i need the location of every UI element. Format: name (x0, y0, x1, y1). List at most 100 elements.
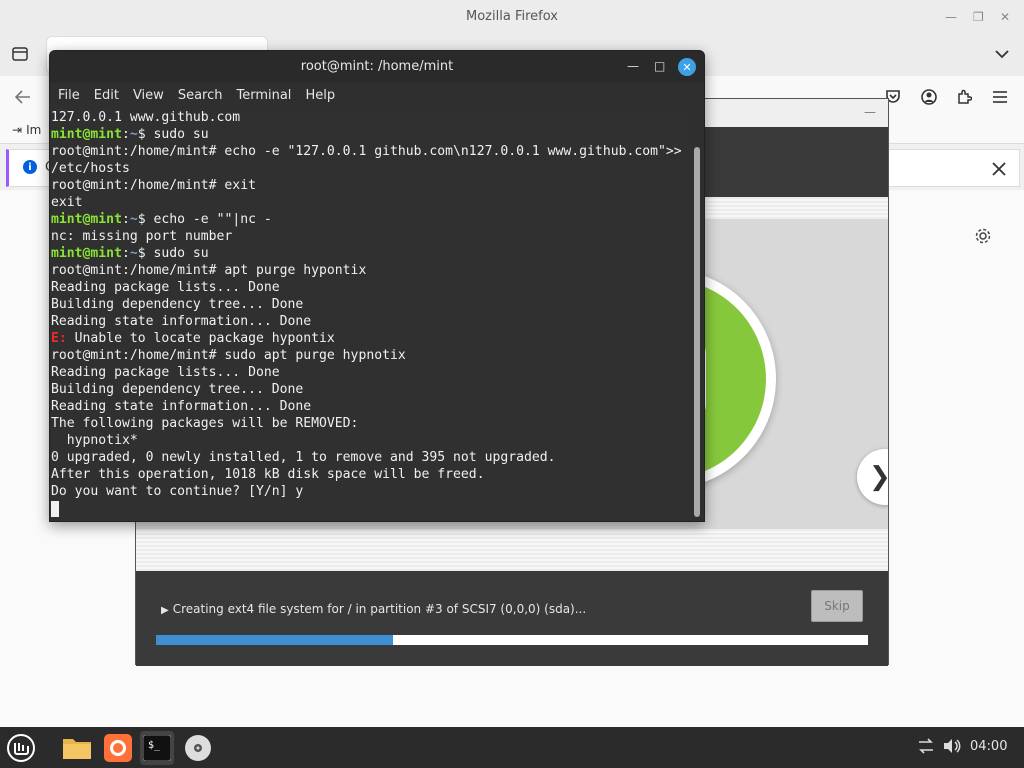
menu-help[interactable]: Help (305, 83, 343, 109)
extensions-icon[interactable] (953, 86, 975, 108)
slideshow-bottom-band (136, 529, 888, 571)
terminal-line: nc: missing port number (51, 228, 691, 245)
terminal-cursor-line (51, 500, 691, 517)
terminal-minimize-icon[interactable]: — (627, 59, 639, 73)
terminal-text-segment: Reading state information... Done (51, 399, 312, 414)
terminal-line: hypnotix* (51, 432, 691, 449)
terminal-text-segment: Building dependency tree... Done (51, 297, 304, 312)
installer-status: ▶ Creating ext4 file system for / in part… (161, 602, 586, 616)
terminal-line: mint@mint:~$ echo -e ""|nc - (51, 211, 691, 228)
terminal-text-segment: Reading state information... Done (51, 314, 312, 329)
expander-arrow-icon[interactable]: ▶ (161, 605, 169, 616)
volume-icon[interactable] (943, 738, 961, 758)
menu-terminal[interactable]: Terminal (236, 83, 299, 109)
terminal-line: root@mint:/home/mint# sudo apt purge hyp… (51, 347, 691, 364)
mint-menu-icon[interactable] (4, 731, 38, 765)
notification-close-icon[interactable] (989, 159, 1009, 179)
terminal-maximize-icon[interactable]: □ (654, 59, 665, 73)
terminal-user-segment: mint@mint (51, 212, 122, 227)
skip-button[interactable]: Skip (811, 590, 863, 622)
terminal-err-segment: E: (51, 331, 67, 346)
terminal-text-segment: 0 upgraded, 0 newly installed, 1 to remo… (51, 450, 556, 465)
maximize-icon[interactable]: ❐ (973, 10, 984, 24)
firefox-window-title: Mozilla Firefox (466, 9, 558, 24)
terminal-text-segment: : (121, 246, 130, 261)
terminal-line: Reading state information... Done (51, 313, 691, 330)
terminal-cursor (51, 500, 59, 517)
network-icon[interactable] (917, 738, 935, 758)
terminal-line: 0 upgraded, 0 newly installed, 1 to remo… (51, 449, 691, 466)
menu-file[interactable]: File (58, 83, 88, 109)
terminal-text-segment: $ sudo su (137, 127, 209, 142)
svg-text:$_: $_ (148, 740, 161, 751)
terminal-line: Building dependency tree... Done (51, 381, 691, 398)
terminal-path-segment: ~ (129, 127, 138, 142)
info-icon: i (23, 160, 37, 174)
taskbar: $_ 04:00 (0, 727, 1024, 768)
terminal-text-segment: exit (51, 195, 83, 210)
terminal-line: root@mint:/home/mint# exit (51, 177, 691, 194)
terminal-line: mint@mint:~$ sudo su (51, 245, 691, 262)
terminal-text-segment: root@mint:/home/mint# sudo apt purge hyp… (51, 348, 406, 363)
minimize-icon[interactable]: — (945, 10, 957, 24)
terminal-launcher-icon[interactable]: $_ (140, 731, 174, 765)
slideshow-next-icon[interactable]: ❯ (857, 449, 888, 505)
import-bookmarks-label: Im (26, 123, 42, 137)
terminal-scrollbar[interactable] (694, 147, 700, 517)
terminal-line: mint@mint:~$ sudo su (51, 126, 691, 143)
menu-edit[interactable]: Edit (94, 83, 127, 109)
terminal-text-segment: Unable to locate package hypontix (66, 331, 335, 346)
terminal-line: root@mint:/home/mint# echo -e "127.0.0.1… (51, 143, 691, 160)
terminal-text-segment: /etc/hosts (51, 161, 130, 176)
firefox-titlebar: Mozilla Firefox — ❐ ✕ (0, 0, 1024, 34)
terminal-line: root@mint:/home/mint# apt purge hypontix (51, 262, 691, 279)
terminal-text-segment: $ echo -e ""|nc - (137, 212, 272, 227)
import-bookmarks-link[interactable]: ⇥ Im (12, 123, 41, 137)
account-icon[interactable] (918, 86, 940, 108)
progress-bar (156, 635, 868, 645)
terminal-user-segment: mint@mint (51, 127, 122, 142)
terminal-text-segment: Building dependency tree... Done (51, 382, 304, 397)
terminal-line: Reading state information... Done (51, 398, 691, 415)
terminal-line: E: Unable to locate package hypontix (51, 330, 691, 347)
terminal-text-segment: root@mint:/home/mint# echo -e "127.0.0.1… (51, 144, 682, 159)
files-folder-icon[interactable] (60, 731, 94, 765)
terminal-text-segment: hypnotix* (51, 433, 138, 448)
terminal-text-segment: Do you want to continue? [Y/n] y (51, 484, 304, 499)
firefox-launcher-icon[interactable] (101, 731, 135, 765)
tab-overview-icon[interactable] (8, 42, 32, 66)
installer-progress-area: ▶ Creating ext4 file system for / in part… (136, 571, 888, 666)
terminal-text-segment: The following packages will be REMOVED: (51, 416, 359, 431)
terminal-output[interactable]: 127.0.0.1 www.github.com mint@mint:~$ sud… (51, 109, 691, 521)
terminal-text-segment: $ sudo su (137, 246, 209, 261)
progress-bar-fill (156, 635, 394, 645)
installer-minimize-icon[interactable]: — (864, 105, 876, 119)
terminal-path-segment: ~ (129, 212, 138, 227)
terminal-line: After this operation, 1018 kB disk space… (51, 466, 691, 483)
terminal-text-segment: Reading package lists... Done (51, 280, 280, 295)
terminal-line: Reading package lists... Done (51, 364, 691, 381)
settings-gear-icon[interactable] (972, 225, 994, 247)
menu-view[interactable]: View (133, 83, 172, 109)
terminal-path-segment: ~ (129, 246, 138, 261)
terminal-text-segment: : (121, 127, 130, 142)
terminal-menubar: File Edit View Search Terminal Help (50, 83, 704, 109)
terminal-titlebar: root@mint: /home/mint — □ ✕ (50, 51, 704, 83)
back-arrow-icon[interactable] (12, 86, 34, 108)
terminal-line: /etc/hosts (51, 160, 691, 177)
import-icon: ⇥ (12, 123, 23, 137)
terminal-line: Reading package lists... Done (51, 279, 691, 296)
list-all-tabs-chevron-icon[interactable] (990, 42, 1014, 66)
terminal-title: root@mint: /home/mint (300, 59, 454, 74)
terminal-user-segment: mint@mint (51, 246, 122, 261)
terminal-line: The following packages will be REMOVED: (51, 415, 691, 432)
menu-search[interactable]: Search (178, 83, 231, 109)
close-icon[interactable]: ✕ (1000, 10, 1010, 24)
menu-hamburger-icon[interactable] (989, 86, 1011, 108)
disc-installer-icon[interactable] (181, 731, 215, 765)
terminal-window: root@mint: /home/mint — □ ✕ File Edit Vi… (49, 50, 705, 522)
clock[interactable]: 04:00 (970, 739, 1007, 754)
installer-status-text: Creating ext4 file system for / in parti… (172, 602, 587, 616)
terminal-text-segment: root@mint:/home/mint# exit (51, 178, 256, 193)
terminal-close-icon[interactable]: ✕ (678, 58, 696, 76)
